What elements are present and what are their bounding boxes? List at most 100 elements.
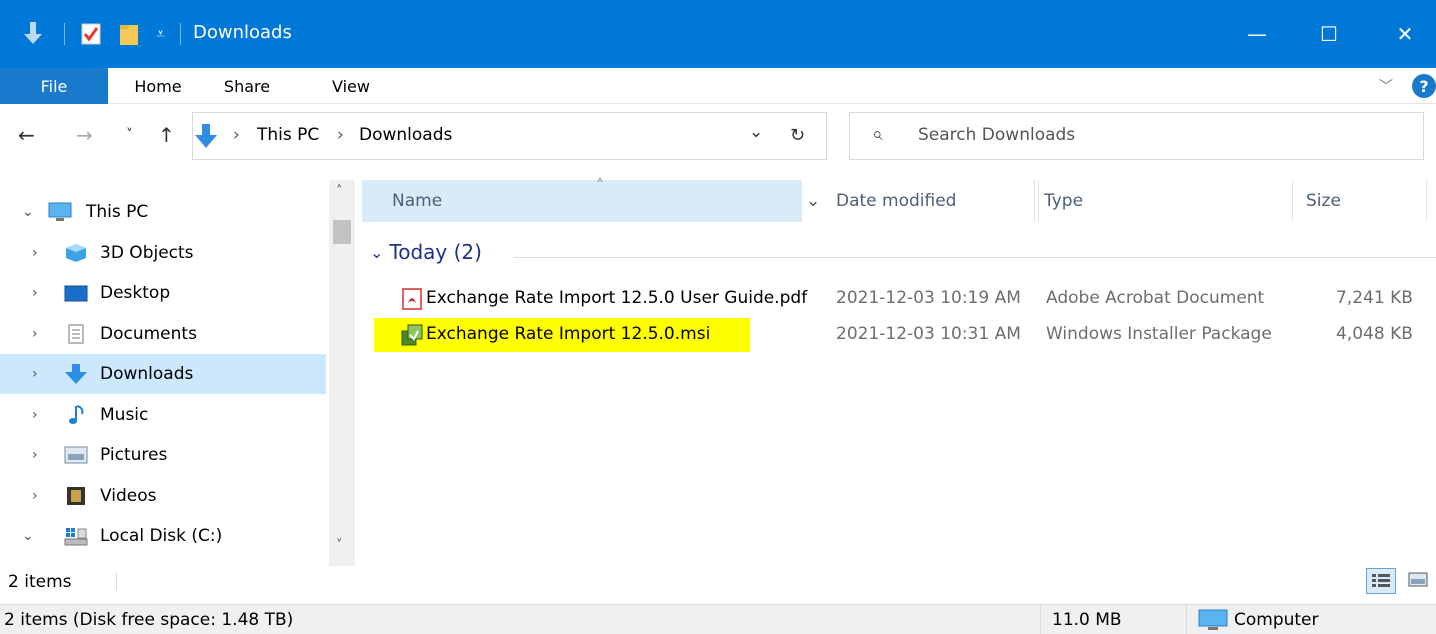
status-divider — [1186, 605, 1187, 634]
address-row: ← → ˅ ↑ › This PC › Downloads ⌄ ↻ ⌕ Sear… — [0, 105, 1436, 167]
expanded-chevron-icon[interactable]: ⌄ — [22, 528, 34, 544]
nav-item-pictures[interactable]: › Pictures — [0, 435, 326, 475]
details-view-button[interactable] — [1366, 568, 1396, 594]
new-folder-icon[interactable] — [118, 21, 144, 47]
maximize-icon: ☐ — [1320, 22, 1338, 46]
forward-button[interactable]: → — [76, 123, 93, 147]
refresh-icon[interactable]: ↻ — [790, 125, 805, 146]
nav-item-local-disk[interactable]: ⌄ Local Disk (C:) — [0, 516, 326, 556]
item-count-bar: 2 items — [0, 566, 1436, 596]
collapsed-chevron-icon[interactable]: › — [32, 245, 38, 261]
file-row[interactable]: Exchange Rate Import 12.5.0 User Guide.p… — [362, 280, 1436, 318]
cube-icon — [66, 244, 86, 262]
column-label: Type — [1044, 191, 1084, 211]
ribbon: File Home Share View ﹀ ? — [0, 68, 1436, 104]
drive-icon — [64, 528, 88, 546]
film-icon — [67, 487, 85, 505]
nav-label: This PC — [86, 202, 149, 222]
pdf-icon — [402, 288, 422, 310]
document-icon — [68, 324, 84, 344]
close-button[interactable]: ✕ — [1382, 0, 1428, 68]
file-row[interactable]: Exchange Rate Import 12.5.0.msi 2021-12-… — [362, 316, 1436, 354]
column-label: Size — [1306, 191, 1341, 211]
collapsed-chevron-icon[interactable]: › — [32, 326, 38, 342]
address-dropdown-icon[interactable]: ⌄ — [749, 122, 763, 142]
collapsed-chevron-icon[interactable]: › — [32, 407, 38, 423]
column-divider[interactable] — [1292, 180, 1293, 222]
name-filter-dropdown-icon[interactable]: ⌄ — [806, 191, 820, 211]
download-arrow-icon — [65, 364, 87, 384]
nav-item-music[interactable]: › Music — [0, 395, 326, 435]
navigation-scrollbar[interactable]: ˄ ˅ — [329, 180, 355, 566]
collapsed-chevron-icon[interactable]: › — [32, 447, 38, 463]
collapsed-chevron-icon[interactable]: › — [32, 366, 38, 382]
column-label: Date modified — [836, 191, 957, 211]
location-zone: Computer — [1234, 610, 1319, 630]
nav-item-videos[interactable]: › Videos — [0, 476, 326, 516]
sort-ascending-icon: ˄ — [596, 176, 604, 195]
properties-icon[interactable] — [80, 22, 102, 46]
nav-label: Videos — [100, 486, 157, 506]
tab-file[interactable]: File — [0, 68, 108, 104]
group-header-today[interactable]: ⌄ Today (2) — [370, 240, 482, 264]
maximize-button[interactable]: ☐ — [1306, 0, 1352, 68]
column-header-name[interactable]: Name ˄ ⌄ — [362, 176, 820, 222]
search-input[interactable]: Search Downloads — [918, 125, 1075, 145]
file-size: 7,241 KB — [1336, 288, 1413, 308]
nav-item-downloads[interactable]: › Downloads — [0, 354, 326, 394]
column-divider[interactable] — [1038, 180, 1039, 222]
tab-share[interactable]: Share — [216, 68, 278, 104]
file-name[interactable]: Exchange Rate Import 12.5.0.msi — [426, 324, 710, 344]
large-icons-view-icon — [1408, 572, 1428, 587]
breadcrumb-this-pc[interactable]: This PC — [257, 125, 319, 145]
scroll-down-icon[interactable]: ˅ — [336, 538, 343, 553]
collapsed-chevron-icon[interactable]: › — [32, 488, 38, 504]
title-bar: ⩡ Downloads — ☐ ✕ — [0, 0, 1436, 68]
nav-item-desktop[interactable]: › Desktop — [0, 273, 326, 313]
collapsed-chevron-icon[interactable]: › — [32, 285, 38, 301]
column-header-type[interactable]: Type — [1044, 180, 1284, 222]
nav-label: Local Disk (C:) — [100, 526, 223, 546]
nav-item-this-pc[interactable]: ⌄ This PC — [0, 192, 326, 232]
column-divider[interactable] — [1034, 180, 1035, 222]
column-header-size[interactable]: Size — [1306, 180, 1426, 222]
quick-access-download-icon[interactable] — [22, 20, 44, 48]
nav-item-3d-objects[interactable]: › 3D Objects — [0, 233, 326, 273]
up-button[interactable]: ↑ — [158, 123, 175, 147]
status-bar: 2 items (Disk free space: 1.48 TB) 11.0 … — [0, 604, 1436, 634]
expanded-chevron-icon[interactable]: ⌄ — [22, 204, 34, 220]
nav-item-documents[interactable]: › Documents — [0, 314, 326, 354]
help-icon[interactable]: ? — [1412, 74, 1436, 98]
scrollbar-thumb[interactable] — [333, 220, 351, 244]
file-type: Adobe Acrobat Document — [1046, 288, 1265, 308]
installer-icon — [401, 324, 423, 346]
file-name[interactable]: Exchange Rate Import 12.5.0 User Guide.p… — [426, 288, 807, 308]
file-size: 4,048 KB — [1336, 324, 1413, 344]
file-date: 2021-12-03 10:19 AM — [836, 288, 1021, 308]
address-bar[interactable]: › This PC › Downloads ⌄ — [192, 112, 827, 160]
file-type: Windows Installer Package — [1046, 324, 1272, 344]
breadcrumb-separator: › — [337, 125, 344, 145]
expand-ribbon-icon[interactable]: ﹀ — [1374, 68, 1398, 104]
back-button[interactable]: ← — [18, 123, 35, 147]
breadcrumb-downloads[interactable]: Downloads — [359, 125, 452, 145]
computer-icon — [48, 202, 72, 221]
navigation-pane: ⌄ This PC › 3D Objects › Desktop › Docum… — [0, 180, 356, 566]
search-box[interactable]: ⌕ Search Downloads — [849, 112, 1424, 160]
window-title: Downloads — [193, 22, 292, 43]
music-note-icon — [69, 405, 84, 424]
group-collapse-icon[interactable]: ⌄ — [370, 243, 383, 262]
tab-view[interactable]: View — [320, 68, 382, 104]
file-date: 2021-12-03 10:31 AM — [836, 324, 1021, 344]
breadcrumb-separator: › — [233, 125, 240, 145]
tab-home[interactable]: Home — [127, 68, 189, 104]
details-view-icon — [1372, 574, 1390, 587]
desktop-icon — [64, 285, 88, 302]
large-icons-view-button[interactable] — [1404, 568, 1432, 594]
column-divider[interactable] — [1426, 180, 1427, 222]
scroll-up-icon[interactable]: ˄ — [336, 184, 343, 199]
column-header-date[interactable]: Date modified — [836, 180, 1032, 222]
recent-locations-button[interactable]: ˅ — [126, 127, 133, 143]
minimize-button[interactable]: — — [1234, 0, 1280, 68]
customize-quick-access-icon[interactable]: ⩡ — [156, 0, 165, 68]
